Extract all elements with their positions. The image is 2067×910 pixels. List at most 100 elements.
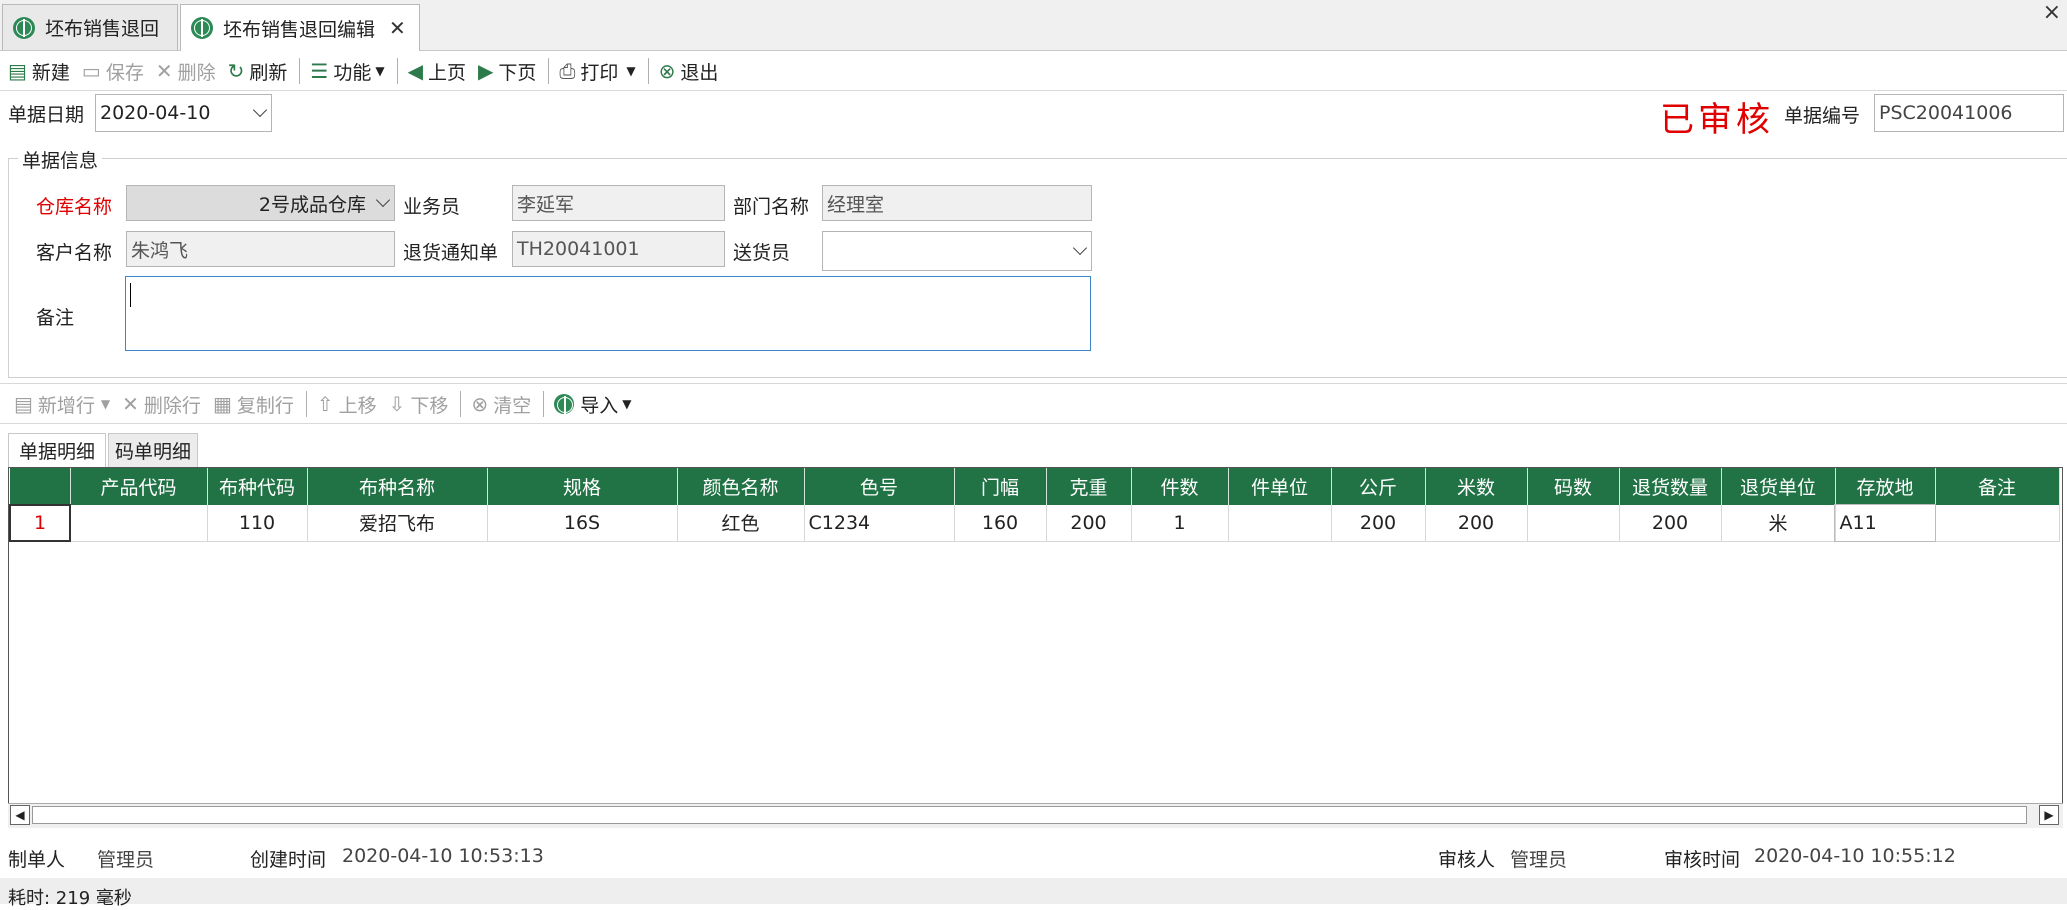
group-title: 单据信息 xyxy=(18,146,103,173)
table-cell[interactable]: 爱招飞布 xyxy=(307,505,488,542)
column-header[interactable] xyxy=(10,468,71,505)
row-number-cell[interactable]: 1 xyxy=(9,504,71,542)
delete-row-button[interactable]: ✕ 删除行 xyxy=(122,391,201,418)
copy-row-button[interactable]: ▦ 复制行 xyxy=(213,391,294,418)
tab-doc-detail[interactable]: 单据明细 xyxy=(8,433,106,467)
table-cell[interactable]: 110 xyxy=(207,505,308,542)
divider xyxy=(0,90,2067,91)
table-cell[interactable]: 1 xyxy=(1131,505,1229,542)
customer-field[interactable]: 朱鸿飞 xyxy=(126,231,395,267)
import-button[interactable]: 导入 ▼ xyxy=(554,391,631,418)
prev-page-button[interactable]: ◀ 上页 xyxy=(408,58,466,85)
column-header[interactable]: 布种代码 xyxy=(207,468,308,505)
table-cell[interactable] xyxy=(1527,505,1620,542)
move-up-icon: ⇧ xyxy=(316,392,334,416)
column-header[interactable]: 存放地 xyxy=(1835,468,1936,505)
table-cell[interactable]: C1234 xyxy=(804,505,955,542)
next-page-button[interactable]: ▶ 下页 xyxy=(478,58,536,85)
date-picker[interactable]: 2020-04-10 xyxy=(95,94,272,132)
column-header[interactable]: 件数 xyxy=(1131,468,1229,505)
detail-toolbar: ▤ 新增行 ▼ ✕ 删除行 ▦ 复制行 ⇧ 上移 ⇩ 下移 ⊗ 清空 导入 ▼ xyxy=(14,389,643,419)
deliverer-label: 送货员 xyxy=(733,242,791,264)
column-header[interactable]: 退货数量 xyxy=(1619,468,1722,505)
created-time-value: 2020-04-10 10:53:13 xyxy=(342,845,544,867)
globe-icon xyxy=(554,394,575,414)
dropdown-arrow-icon: ▼ xyxy=(100,397,111,411)
table-cell[interactable]: 200 xyxy=(1425,505,1528,542)
deliverer-select[interactable] xyxy=(822,231,1092,271)
right-arrow-icon: ▶ xyxy=(478,59,494,83)
new-button[interactable]: ▤ 新建 xyxy=(8,58,70,85)
chevron-down-icon xyxy=(252,102,268,118)
return-notice-field[interactable]: TH20041001 xyxy=(512,231,725,267)
column-header[interactable]: 门幅 xyxy=(954,468,1047,505)
table-cell[interactable]: A11 xyxy=(1834,504,1936,542)
warehouse-select[interactable]: 2号成品仓库 xyxy=(126,185,395,221)
table-row[interactable]: 1 110 爱招飞布 16S 红色 C1234 160 200 1 200 200 200 米 A11 xyxy=(9,504,2060,542)
salesman-field[interactable]: 李延军 xyxy=(512,185,725,221)
toolbar-separator xyxy=(548,58,550,84)
refresh-button[interactable]: ↻ 刷新 xyxy=(228,58,288,85)
toolbar-separator xyxy=(647,58,649,84)
column-header[interactable]: 布种名称 xyxy=(307,468,488,505)
copy-icon: ▦ xyxy=(212,392,232,416)
tab-label: 坯布销售退回 xyxy=(45,18,160,40)
horizontal-scrollbar[interactable]: ◀ ▶ xyxy=(8,803,2063,828)
column-header[interactable]: 公斤 xyxy=(1331,468,1426,505)
move-up-button[interactable]: ⇧ 上移 xyxy=(317,391,377,418)
detail-table: 产品代码 布种代码 布种名称 规格 颜色名称 色号 门幅 克重 件数 件单位 公斤 米数 码数 退货数量退… xyxy=(9,468,2060,542)
table-cell[interactable]: 16S xyxy=(487,505,678,542)
tab-list[interactable]: 坯布销售退回 xyxy=(2,4,178,50)
column-header[interactable]: 色号 xyxy=(804,468,955,505)
date-label: 单据日期 xyxy=(8,104,85,126)
printer-icon: ⎙ xyxy=(559,59,576,83)
dept-label: 部门名称 xyxy=(733,196,810,218)
table-cell[interactable]: 160 xyxy=(954,505,1047,542)
column-header[interactable]: 退货单位 xyxy=(1721,468,1836,505)
column-header[interactable]: 件单位 xyxy=(1228,468,1332,505)
add-row-button[interactable]: ▤ 新增行 ▼ xyxy=(14,391,110,418)
table-cell[interactable]: 红色 xyxy=(677,505,805,542)
move-down-button[interactable]: ⇩ 下移 xyxy=(389,391,449,418)
column-header[interactable]: 规格 xyxy=(487,468,678,505)
exit-icon: ⊗ xyxy=(658,59,676,83)
tab-label: 坯布销售退回编辑 xyxy=(223,18,376,41)
scroll-left-icon[interactable]: ◀ xyxy=(10,805,30,825)
tab-code-detail[interactable]: 码单明细 xyxy=(108,433,198,467)
exit-button[interactable]: ⊗ 退出 xyxy=(659,58,719,85)
delete-button[interactable]: ✕ 删除 xyxy=(156,58,216,85)
remark-textarea[interactable] xyxy=(125,276,1091,351)
column-header[interactable]: 备注 xyxy=(1935,468,2060,505)
add-row-icon: ▤ xyxy=(14,392,33,416)
scroll-right-icon[interactable]: ▶ xyxy=(2039,805,2059,825)
column-header[interactable]: 克重 xyxy=(1046,468,1132,505)
column-header[interactable]: 产品代码 xyxy=(70,468,208,505)
clear-icon: ⊗ xyxy=(471,392,489,416)
delete-icon: ✕ xyxy=(155,59,173,83)
doc-no-field[interactable]: PSC20041006 xyxy=(1874,94,2064,132)
tab-edit[interactable]: 坯布销售退回编辑 ✕ xyxy=(180,4,420,51)
table-cell[interactable]: 200 xyxy=(1619,505,1722,542)
column-header[interactable]: 米数 xyxy=(1425,468,1528,505)
toolbar-separator xyxy=(299,58,301,84)
table-cell[interactable] xyxy=(1228,505,1332,542)
audit-time-label: 审核时间 xyxy=(1664,849,1741,871)
status-bar-text: 耗时: 219 毫秒 xyxy=(8,888,132,909)
table-cell[interactable] xyxy=(70,505,208,542)
save-button[interactable]: ▭ 保存 xyxy=(82,58,144,85)
main-toolbar: ▤ 新建 ▭ 保存 ✕ 删除 ↻ 刷新 ☰ 功能 ▼ ◀ 上页 ▶ 下页 ⎙ 打印 ▼ ⊗ 退出 xyxy=(0,52,2067,90)
dept-field[interactable]: 经理室 xyxy=(822,185,1092,221)
table-cell[interactable]: 200 xyxy=(1331,505,1426,542)
window-close-button[interactable]: × xyxy=(2043,0,2061,25)
table-cell[interactable]: 200 xyxy=(1046,505,1132,542)
close-icon[interactable]: ✕ xyxy=(389,16,406,40)
column-header[interactable]: 颜色名称 xyxy=(677,468,805,505)
clear-button[interactable]: ⊗ 清空 xyxy=(471,391,531,418)
column-header[interactable]: 码数 xyxy=(1527,468,1620,505)
table-cell[interactable]: 米 xyxy=(1721,505,1836,542)
print-button[interactable]: ⎙ 打印 ▼ xyxy=(559,58,635,85)
function-menu-button[interactable]: ☰ 功能 ▼ xyxy=(310,58,384,85)
scroll-thumb[interactable] xyxy=(32,806,2027,824)
table-cell[interactable] xyxy=(1935,505,2060,542)
dropdown-arrow-icon: ▼ xyxy=(622,397,632,411)
